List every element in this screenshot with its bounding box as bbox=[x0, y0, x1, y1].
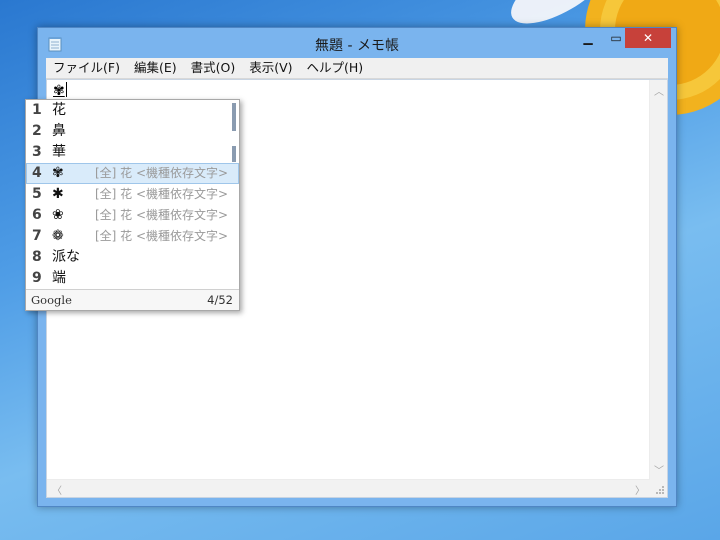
candidate-item[interactable]: 1 花 bbox=[26, 100, 239, 121]
scroll-right-icon[interactable]: 〉 bbox=[635, 482, 645, 497]
title-bar[interactable]: 無題 - メモ帳 ▁ ▭ ✕ bbox=[38, 28, 676, 58]
ime-candidate-window: 1 花 2 鼻 3 華 4 ✾ [全] 花 <機種依存文字> 5 ✱ [全] 花… bbox=[25, 99, 240, 311]
candidate-number: 5 bbox=[32, 186, 42, 202]
maximize-icon: ▭ bbox=[610, 31, 622, 45]
candidate-item[interactable]: 9 端 bbox=[26, 268, 239, 289]
candidate-description: [全] 花 <機種依存文字> bbox=[95, 208, 229, 222]
candidate-item[interactable]: 5 ✱ [全] 花 <機種依存文字> bbox=[26, 184, 239, 205]
menu-edit[interactable]: 編集(E) bbox=[127, 58, 184, 78]
candidate-description: [全] 花 <機種依存文字> bbox=[95, 187, 229, 201]
size-grip[interactable] bbox=[650, 480, 667, 497]
candidate-item-selected[interactable]: 4 ✾ [全] 花 <機種依存文字> bbox=[26, 163, 239, 184]
candidate-number: 9 bbox=[32, 270, 42, 286]
candidate-text: 華 bbox=[52, 144, 66, 160]
candidate-number: 3 bbox=[32, 144, 42, 160]
candidate-count: 4/52 bbox=[207, 293, 233, 307]
close-icon: ✕ bbox=[642, 31, 654, 45]
candidate-item[interactable]: 7 ❁ [全] 花 <機種依存文字> bbox=[26, 226, 239, 247]
menu-file[interactable]: ファイル(F) bbox=[46, 58, 127, 78]
candidate-number: 2 bbox=[32, 123, 42, 139]
candidate-scrollbar-thumb[interactable] bbox=[232, 103, 236, 131]
candidate-description: [全] 花 <機種依存文字> bbox=[95, 166, 229, 180]
candidate-item[interactable]: 6 ❀ [全] 花 <機種依存文字> bbox=[26, 205, 239, 226]
vertical-scrollbar[interactable]: ︿ ﹀ bbox=[649, 80, 667, 480]
candidate-number: 6 bbox=[32, 207, 42, 223]
candidate-item[interactable]: 2 鼻 bbox=[26, 121, 239, 142]
candidate-text: 花 bbox=[52, 102, 66, 118]
candidate-item[interactable]: 8 派な bbox=[26, 247, 239, 268]
grip-icon bbox=[656, 486, 664, 494]
candidate-description: [全] 花 <機種依存文字> bbox=[95, 229, 229, 243]
candidate-text: 派な bbox=[52, 249, 80, 265]
minimize-icon: ▁ bbox=[583, 31, 593, 45]
candidate-scrollbar-marker bbox=[232, 146, 236, 162]
candidate-number: 1 bbox=[32, 102, 42, 118]
candidate-text: 鼻 bbox=[52, 123, 66, 139]
candidate-footer: Google 4/52 bbox=[26, 289, 239, 310]
candidate-number: 4 bbox=[32, 165, 42, 181]
scroll-up-icon[interactable]: ︿ bbox=[654, 83, 664, 98]
scroll-left-icon[interactable]: 〈 bbox=[52, 482, 62, 497]
horizontal-scrollbar[interactable]: 〈 〉 bbox=[47, 479, 650, 497]
close-button[interactable]: ✕ bbox=[625, 28, 671, 48]
candidate-text: ✱ bbox=[52, 186, 64, 202]
minimize-button[interactable]: ▁ bbox=[574, 28, 602, 48]
candidate-text: ❀ bbox=[52, 207, 64, 223]
ime-brand-label: Google bbox=[31, 293, 72, 307]
candidate-item[interactable]: 3 華 bbox=[26, 142, 239, 163]
candidate-text: 端 bbox=[52, 270, 66, 286]
scroll-down-icon[interactable]: ﹀ bbox=[654, 462, 664, 477]
text-caret bbox=[65, 82, 67, 97]
candidate-text: ❁ bbox=[52, 228, 64, 244]
candidate-text: ✾ bbox=[52, 165, 64, 181]
menu-format[interactable]: 書式(O) bbox=[184, 58, 243, 78]
editor-content: ✾ bbox=[53, 82, 67, 99]
menu-bar: ファイル(F) 編集(E) 書式(O) 表示(V) ヘルプ(H) bbox=[46, 58, 668, 79]
candidate-list: 1 花 2 鼻 3 華 4 ✾ [全] 花 <機種依存文字> 5 ✱ [全] 花… bbox=[26, 100, 239, 289]
menu-view[interactable]: 表示(V) bbox=[242, 58, 299, 78]
candidate-number: 7 bbox=[32, 228, 42, 244]
composition-text: ✾ bbox=[53, 83, 65, 99]
candidate-number: 8 bbox=[32, 249, 42, 265]
menu-help[interactable]: ヘルプ(H) bbox=[300, 58, 371, 78]
